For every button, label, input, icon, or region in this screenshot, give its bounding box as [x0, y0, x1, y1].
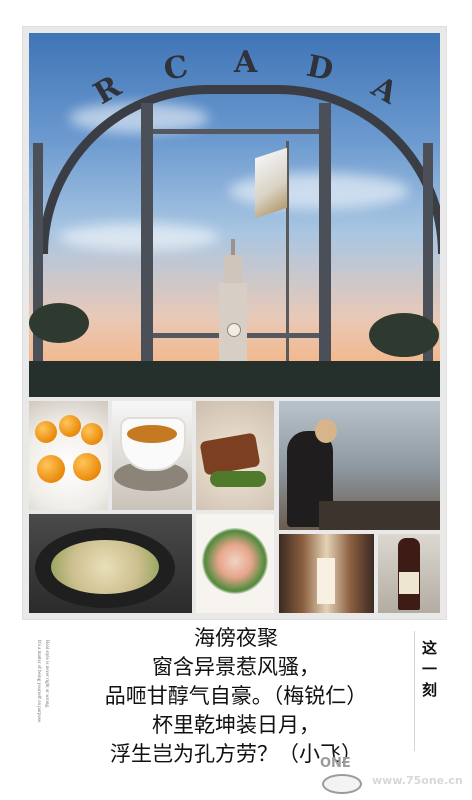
wine-bottle-photo [378, 534, 440, 613]
sign-letter: C [161, 49, 191, 88]
poem-line: 窗含异景惹风骚， [152, 655, 320, 679]
side-caption-line: It's a matter of being yourself on purpo… [36, 640, 41, 724]
stone-pot-rice-photo [29, 514, 192, 613]
divider [414, 631, 415, 751]
poem-title: 海傍夜聚 [194, 626, 278, 650]
tea-cup-photo [112, 401, 192, 510]
pillar [141, 103, 153, 397]
poem-line: 品咂甘醇气自豪。（梅锐仁） [104, 684, 368, 708]
braised-meat-photo [196, 401, 274, 510]
moment-label: 这一刻 [420, 640, 438, 703]
flag [255, 147, 287, 219]
pillar [423, 143, 433, 397]
watermark-brand: ONE [320, 756, 351, 771]
poem-line: 杯里乾坤装日月， [152, 713, 320, 737]
poem: 海傍夜聚 窗含异景惹风骚， 品咂甘醇气自豪。（梅锐仁） 杯里乾坤装日月， 浮生岂… [56, 624, 416, 769]
globe-icon [322, 774, 362, 794]
corridor-photo [279, 534, 374, 613]
clock-face [227, 323, 241, 337]
sign-letter: A [234, 45, 258, 80]
pillar [33, 143, 43, 397]
dessert-photo [29, 401, 108, 510]
watermark-url: www.75one.cn [372, 774, 463, 787]
watermark: ONE www.75one.cn [316, 756, 466, 794]
pillar [319, 103, 331, 397]
sign-letter: D [303, 48, 337, 89]
side-caption: Real style is never right or wrong. It's… [26, 640, 50, 765]
salad-plate-photo [196, 514, 274, 613]
rooftop-sunset-photo: R C A D A [29, 33, 440, 397]
side-caption-line: Real style is never right or wrong. [44, 640, 49, 709]
photo-collage: R C A D A [22, 26, 447, 620]
chef-carving-photo [279, 401, 440, 530]
sign-letter: A [365, 69, 404, 112]
city-skyline [29, 361, 440, 397]
